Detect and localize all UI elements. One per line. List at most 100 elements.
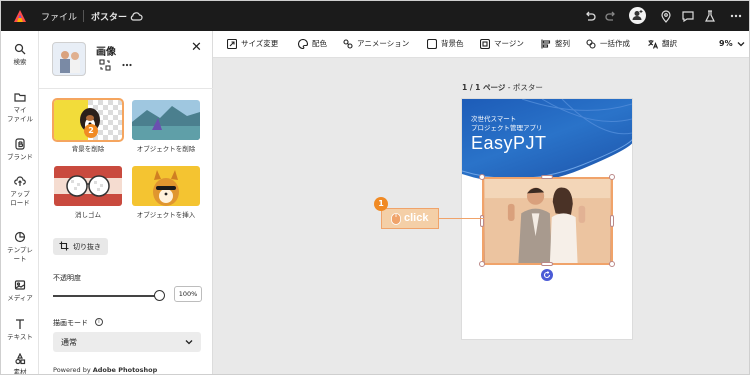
rail-label: テンプレ ート xyxy=(7,246,33,263)
eraser-label: 消しゴム xyxy=(75,211,101,219)
eraser-tile[interactable] xyxy=(54,166,122,206)
rail-item-upload[interactable]: アップ ロード xyxy=(1,175,39,208)
poster-title: EasyPJT xyxy=(471,133,547,153)
elements-icon xyxy=(15,353,26,365)
toolbar-color[interactable]: 配色 xyxy=(298,38,327,49)
zoom-dropdown[interactable]: 9% xyxy=(719,39,745,48)
page-name: - ポスター xyxy=(505,83,543,92)
palette-icon xyxy=(298,38,308,49)
redo-icon[interactable] xyxy=(604,9,618,23)
callout-connector xyxy=(439,218,484,219)
opacity-slider-track[interactable] xyxy=(53,295,159,297)
resize-handle-bottom-right[interactable] xyxy=(609,261,615,267)
rail-label: テキスト xyxy=(7,333,33,341)
rotate-icon xyxy=(543,271,551,279)
blend-mode-select[interactable]: 通常 xyxy=(53,332,201,352)
rail-label: マイ ファイル xyxy=(7,106,33,123)
toolbar-translate[interactable]: 翻訳 xyxy=(648,38,677,49)
resize-handle-right[interactable] xyxy=(610,215,614,227)
toolbar-resize[interactable]: サイズ変更 xyxy=(227,38,278,49)
rail-item-search[interactable]: 検索 xyxy=(1,43,39,67)
rail-item-elements[interactable]: 素材 xyxy=(1,353,39,375)
toolbar-bulk-create[interactable]: 一括作成 xyxy=(586,38,630,49)
page-indicator: 1 / 1 ページ - ポスター xyxy=(462,82,543,93)
remove-object-label: オブジェクトを削除 xyxy=(136,145,196,153)
app-window: ファイル ポスター 検索 マイ ファイル ブランド アップ ロード テンプレ ー… xyxy=(0,0,750,375)
info-icon[interactable]: i xyxy=(95,318,103,326)
text-icon xyxy=(16,319,24,329)
rail-label: 検索 xyxy=(13,58,27,66)
toolbar-animation-label: アニメーション xyxy=(357,39,410,48)
rail-item-templates[interactable]: テンプレ ート xyxy=(1,231,39,264)
top-bar: ファイル ポスター xyxy=(1,1,749,31)
rail-label: 素材 xyxy=(13,368,27,375)
powered-by-text: Powered by Adobe Photoshop xyxy=(53,366,157,374)
background-color-icon xyxy=(427,38,437,49)
blend-mode-label: 描画モード xyxy=(53,319,88,327)
toolbar-bulk-create-label: 一括作成 xyxy=(600,39,630,48)
opacity-value-field[interactable]: 100% xyxy=(174,286,202,302)
rail-item-my-files[interactable]: マイ ファイル xyxy=(1,91,39,124)
more-options-icon[interactable] xyxy=(121,59,133,71)
toolbar-align[interactable]: 整列 xyxy=(541,38,570,49)
poster-subtitle-line-2: プロジェクト管理アプリ xyxy=(471,124,543,132)
toolbar-background-color[interactable]: 背景色 xyxy=(427,38,464,49)
rail-item-text[interactable]: テキスト xyxy=(1,318,39,342)
toolbar-margin[interactable]: マージン xyxy=(480,38,524,49)
resize-handle-bottom[interactable] xyxy=(541,262,553,266)
selected-photo[interactable] xyxy=(482,177,613,265)
powered-brand: Adobe Photoshop xyxy=(92,366,158,374)
more-options-icon[interactable] xyxy=(729,9,743,23)
media-icon xyxy=(14,280,26,290)
brand-icon xyxy=(15,138,25,150)
resize-handle-left[interactable] xyxy=(480,215,484,227)
panel-title: 画像 xyxy=(96,47,116,58)
search-icon xyxy=(14,43,26,55)
rail-item-media[interactable]: メディア xyxy=(1,279,39,303)
remove-object-tile[interactable] xyxy=(132,100,200,140)
folder-icon xyxy=(14,93,26,102)
margin-icon xyxy=(480,38,490,49)
toolbar-resize-label: サイズ変更 xyxy=(241,39,279,48)
crop-button[interactable]: 切り抜き xyxy=(53,238,108,255)
opacity-slider-thumb[interactable] xyxy=(153,290,165,301)
adobe-express-logo-icon[interactable] xyxy=(13,9,27,23)
bulk-create-icon xyxy=(586,38,596,49)
toolbar-background-label: 背景色 xyxy=(441,39,464,48)
topbar-divider xyxy=(83,10,84,22)
zoom-value: 9% xyxy=(719,39,733,48)
undo-icon[interactable] xyxy=(583,9,597,23)
replace-image-icon[interactable] xyxy=(99,59,111,71)
animation-icon xyxy=(343,38,353,49)
step-1-badge: 1 xyxy=(374,197,388,211)
resize-handle-top[interactable] xyxy=(541,175,553,179)
toolbar-translate-label: 翻訳 xyxy=(662,39,677,48)
powered-prefix: Powered by xyxy=(53,366,93,374)
close-icon[interactable]: ✕ xyxy=(191,41,202,54)
beaker-icon[interactable] xyxy=(703,9,717,23)
add-collaborator-avatar[interactable] xyxy=(629,7,646,24)
click-text: click xyxy=(404,212,429,224)
resize-handle-top-right[interactable] xyxy=(609,174,615,180)
rotate-handle[interactable] xyxy=(541,269,553,281)
rail-item-brand[interactable]: ブランド xyxy=(1,138,39,162)
upload-icon xyxy=(14,176,26,186)
resize-icon xyxy=(227,38,237,49)
align-icon xyxy=(541,39,551,48)
rail-label: ブランド xyxy=(7,153,33,161)
remove-background-label: 背景を削除 xyxy=(71,145,105,153)
insert-object-tile[interactable] xyxy=(132,166,200,206)
file-menu[interactable]: ファイル xyxy=(41,10,77,23)
rail-label: メディア xyxy=(7,294,33,302)
toolbar-margin-label: マージン xyxy=(494,39,524,48)
toolbar-animation[interactable]: アニメーション xyxy=(343,38,409,49)
comment-icon[interactable] xyxy=(681,9,695,23)
toolbar-align-label: 整列 xyxy=(555,39,570,48)
resize-handle-bottom-left[interactable] xyxy=(479,261,485,267)
location-pin-icon[interactable] xyxy=(659,9,673,23)
document-title[interactable]: ポスター xyxy=(91,10,127,23)
step-2-badge: 2 xyxy=(84,124,98,138)
toolbar-color-label: 配色 xyxy=(312,39,327,48)
blend-mode-value: 通常 xyxy=(61,338,77,347)
resize-handle-top-left[interactable] xyxy=(479,174,485,180)
